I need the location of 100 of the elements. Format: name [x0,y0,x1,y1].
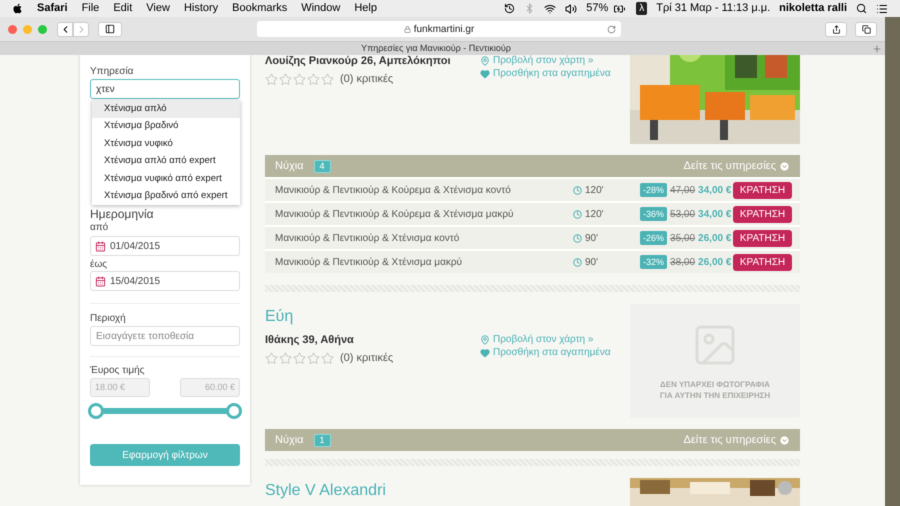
app-menu[interactable]: Safari [37,0,68,17]
apple-icon[interactable] [12,3,23,14]
lock-icon [404,26,411,32]
sidebar-button[interactable] [98,22,122,36]
heart-icon [480,68,490,78]
battery-icon[interactable] [612,2,628,14]
old-price: 47,00 [670,184,696,198]
service-duration: 90' [585,232,598,246]
discount-badge: -32% [640,255,668,269]
field-label: έως [90,258,108,271]
old-price: 38,00 [670,256,696,270]
lambda-menu-icon[interactable]: λ [636,2,648,15]
field-label: Περιοχή [90,312,127,326]
section-heading: Ημερομηνία [90,207,155,221]
booking-button[interactable]: ΚΡΑΤΗΣΗ [733,230,792,246]
old-price: 53,00 [670,208,696,222]
chevron-down-icon [779,434,790,446]
reviews-count: (0) κριτικές [340,351,394,366]
slider-handle[interactable] [88,403,104,419]
count-badge: 4 [314,160,331,172]
tabs-icon [862,24,870,34]
star-icon[interactable] [307,352,320,365]
menu-item[interactable]: Window [301,0,340,17]
suggestion-item[interactable]: Χτένισμα νυφικό από expert [92,170,240,188]
clock-icon [573,210,582,218]
menu-item[interactable]: Help [354,0,377,17]
service-field[interactable]: χτεν [90,79,240,99]
star-icon[interactable] [321,72,334,86]
menu-item[interactable]: View [146,0,170,17]
date-field[interactable]: 15/04/2015 [90,271,240,291]
clock-icon [573,186,582,194]
tabs-button[interactable] [855,22,877,36]
map-pin-icon [480,334,490,344]
suggestion-item[interactable]: Χτένισμα απλό από expert [92,152,240,170]
field-label: Υπηρεσία [90,65,134,79]
menu-item[interactable]: File [82,0,100,17]
star-icon[interactable] [307,72,320,86]
bluetooth-icon[interactable] [524,3,536,14]
suggestion-item[interactable]: Χτένισμα βραδινό [92,118,240,135]
menu-clock[interactable]: Τρί 31 Μαρ - 11:13 μ.μ. [656,0,770,17]
booking-button[interactable]: ΚΡΑΤΗΣΗ [733,254,792,270]
service-duration: 120' [585,184,604,198]
service-name: Μανικιούρ & Πεντικιούρ & Χτένισμα μακρύ [275,256,464,270]
category-label: Νύχια [275,158,304,174]
service-price: 34,00 € [698,208,732,222]
discount-badge: -26% [640,231,668,245]
chevron-down-icon [779,160,790,172]
category-label: Νύχια [275,432,304,448]
old-price: 35,00 [670,232,696,246]
suggestion-item[interactable]: Χτένισμα απλό [92,100,240,118]
location-field[interactable]: Εισαγάγετε τοποθεσία [90,326,240,346]
search-icon[interactable] [856,3,867,14]
user-name[interactable]: nikoletta ralli [779,0,847,17]
share-icon [832,24,840,34]
placeholder-text: ΔΕΝ ΥΠΑΡΧΕΙ ΦΩΤΟΓΡΑΦΙΑ [660,379,770,390]
reload-icon[interactable] [607,24,616,34]
booking-button[interactable]: ΚΡΑΤΗΣΗ [733,182,792,198]
date-field[interactable]: 01/04/2015 [90,236,240,256]
zoom-window-icon[interactable] [38,24,47,34]
sidebar-icon [105,24,115,34]
calendar-icon [95,276,106,286]
star-icon[interactable] [293,352,306,365]
star-icon[interactable] [265,72,278,86]
clock-icon [573,258,582,266]
close-window-icon[interactable] [8,24,17,34]
service-price: 26,00 € [698,256,732,270]
suggestion-item[interactable]: Χτένισμα νυφικό [92,135,240,152]
menu-item[interactable]: Bookmarks [232,0,288,17]
field-label: Έυρος τιμής [90,364,146,378]
wifi-icon[interactable] [544,2,556,14]
menu-item[interactable]: Edit [113,0,132,17]
placeholder-text: ΓΙΑ ΑΥΤΗΝ ΤΗΝ ΕΠΙΧΕΙΡΗΣΗ [660,390,770,401]
address-field[interactable]: funkmartini.gr [257,21,621,37]
time-machine-icon[interactable] [504,3,516,14]
price-slider[interactable] [88,403,242,419]
new-tab-icon[interactable] [872,44,882,54]
back-button[interactable] [57,22,73,36]
volume-icon[interactable] [565,2,578,14]
star-icon[interactable] [321,352,334,365]
calendar-icon [95,240,106,252]
star-icon[interactable] [265,352,278,365]
field-label: από [90,221,110,234]
star-icon[interactable] [279,72,292,86]
map-pin-icon [480,56,490,66]
service-name: Μανικιούρ & Πεντικιούρ & Χτένισμα κοντό [275,232,460,246]
discount-badge: -36% [640,207,668,221]
star-icon[interactable] [279,352,292,365]
minimize-window-icon[interactable] [23,24,32,34]
url-text: funkmartini.gr [414,22,474,36]
star-icon[interactable] [293,72,306,86]
share-button[interactable] [825,22,847,36]
suggestion-item[interactable]: Χτένισμα βραδινό από expert [92,188,240,205]
menu-item[interactable]: History [184,0,218,17]
discount-badge: -28% [640,183,668,197]
service-duration: 90' [585,256,598,270]
battery-percent: 57% [586,1,608,16]
service-name: Μανικιούρ & Πεντικιούρ & Κούρεμα & Χτένισμα κοντό [275,184,512,198]
booking-button[interactable]: ΚΡΑΤΗΣΗ [733,206,792,222]
clock-icon [573,234,582,242]
slider-handle[interactable] [226,403,242,419]
